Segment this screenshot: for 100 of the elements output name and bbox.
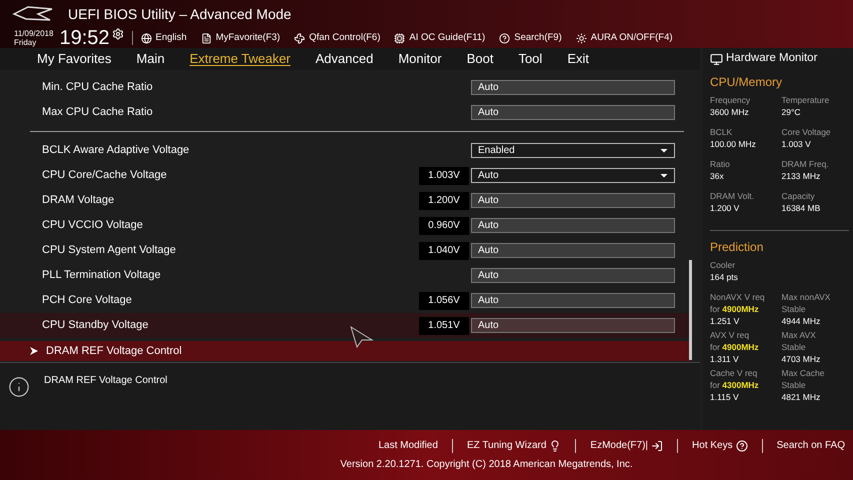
metric-value: 1.200 V	[710, 202, 740, 214]
help-text: DRAM REF Voltage Control	[44, 374, 168, 388]
metric-value: 1.115 V	[710, 391, 740, 403]
metric-label: NonAVX V req	[710, 291, 766, 303]
help-icon	[736, 440, 748, 452]
chip-icon	[394, 32, 406, 44]
metric-value: 164 pts	[710, 271, 739, 283]
day-text: Friday	[14, 38, 38, 47]
setting-label: PLL Termination Voltage	[42, 268, 162, 284]
dropdown[interactable]: Auto	[471, 168, 675, 183]
value-field[interactable]: Auto	[471, 318, 675, 333]
value-field[interactable]: Auto	[471, 293, 675, 308]
metric-label: for 4300MHz	[710, 379, 760, 391]
toolbar-button[interactable]: MyFavorite(F3)	[200, 30, 280, 46]
fan-icon	[294, 32, 306, 44]
footer-link[interactable]: EZ Tuning Wizard	[466, 438, 562, 453]
metric-label: BCLK	[710, 126, 734, 138]
section-title: CPU/Memory	[710, 74, 784, 91]
voltage-reading: 1.003V	[419, 166, 469, 184]
footer-link[interactable]: Hot Keys	[692, 438, 748, 453]
metric-value: 16384 MB	[782, 202, 822, 214]
logo-icon	[12, 6, 54, 22]
submenu-item[interactable]: DRAM REF Voltage Control	[0, 341, 690, 361]
caret-icon	[660, 174, 668, 178]
setting-label: CPU Core/Cache Voltage	[42, 168, 168, 184]
footer-link[interactable]: Search on FAQ	[776, 438, 845, 453]
metric-value: 3600 MHz	[710, 106, 750, 118]
setting-label: Max CPU Cache Ratio	[42, 105, 154, 120]
value-field[interactable]: Auto	[471, 268, 675, 283]
setting-label: PCH Core Voltage	[42, 293, 133, 308]
metric-label: Temperature	[782, 94, 830, 106]
toolbar-button[interactable]: Qfan Control(F6)	[294, 30, 380, 46]
menu-tab[interactable]: Monitor	[398, 49, 442, 69]
metric-label: for 4900MHz	[710, 341, 760, 353]
metric-value: 4821 MHz	[782, 391, 822, 403]
metric-label: Max AVX	[782, 329, 817, 341]
section-title: Prediction	[710, 239, 764, 256]
menu-tab[interactable]: Advanced	[316, 49, 374, 69]
metric-label: for 4900MHz	[710, 303, 760, 315]
metric-label: Core Voltage	[782, 126, 832, 138]
toolbar-button[interactable]: English	[140, 30, 187, 46]
setting-label: Min. CPU Cache Ratio	[42, 80, 154, 96]
metric-label: Frequency	[710, 94, 752, 106]
metric-label: Ratio	[710, 158, 731, 170]
footer-link[interactable]: EzMode(F7)|	[590, 438, 664, 453]
window-title: UEFI BIOS Utility – Advanced Mode	[68, 4, 292, 24]
value-field[interactable]: Auto	[471, 80, 675, 95]
metric-value: 29°C	[782, 106, 802, 118]
settings-icon[interactable]	[112, 28, 124, 40]
setting-label: CPU System Agent Voltage	[42, 243, 177, 258]
value-field[interactable]: Auto	[471, 218, 675, 233]
menu-tab[interactable]: Exit	[567, 49, 589, 69]
version-text: Version 2.20.1271. Copyright (C) 2018 American Megatrends, Inc.	[340, 458, 633, 472]
dropdown[interactable]: Enabled	[471, 143, 675, 158]
voltage-reading: 1.040V	[419, 242, 469, 260]
date-text: 11/09/2018	[14, 29, 54, 38]
document-icon	[200, 32, 212, 44]
menu-tab[interactable]: Boot	[466, 49, 494, 69]
value-field[interactable]: Auto	[471, 193, 675, 208]
voltage-reading: 0.960V	[419, 216, 469, 234]
footer-link[interactable]: Last Modified	[378, 438, 438, 453]
voltage-reading: 1.200V	[419, 192, 469, 210]
metric-value: 4944 MHz	[782, 315, 822, 327]
metric-label: Capacity	[782, 190, 816, 202]
toolbar-button[interactable]: Search(F9)	[499, 30, 562, 46]
toolbar-button[interactable]: AURA ON/OFF(F4)	[576, 30, 673, 46]
metric-value: 2133 MHz	[782, 170, 822, 182]
lightbulb-icon	[549, 440, 562, 452]
menu-tab[interactable]: Extreme Tweaker	[190, 49, 291, 69]
voltage-reading: 1.051V	[419, 316, 469, 334]
setting-label: CPU Standby Voltage	[42, 318, 150, 334]
metric-value: 1.251 V	[710, 315, 740, 327]
metric-label: Stable	[782, 379, 807, 391]
value-field[interactable]: Auto	[471, 243, 675, 258]
globe-icon	[140, 32, 152, 44]
monitor-icon	[710, 52, 723, 66]
menu-tab[interactable]: Main	[136, 49, 165, 69]
metric-label: Max Cache	[782, 367, 826, 379]
metric-label: Max nonAVX	[782, 291, 832, 303]
toolbar-button[interactable]: AI OC Guide(F11)	[394, 30, 486, 46]
setting-label: DRAM REF Voltage Control	[46, 344, 182, 359]
setting-label: CPU VCCIO Voltage	[42, 218, 144, 234]
help-icon	[499, 32, 510, 44]
voltage-reading: 1.056V	[419, 292, 469, 310]
metric-label: Stable	[782, 303, 807, 315]
metric-value: 4703 MHz	[782, 353, 822, 365]
metric-label: Stable	[782, 341, 807, 353]
scrollbar[interactable]	[689, 260, 692, 360]
metric-value: 36x	[710, 170, 725, 182]
value-field[interactable]: Auto	[471, 105, 675, 120]
caret-icon	[660, 148, 668, 152]
metric-label: DRAM Freq.	[782, 158, 830, 170]
menu-tab[interactable]: Tool	[518, 49, 542, 69]
info-icon	[8, 376, 30, 398]
menu-tab[interactable]: My Favorites	[37, 49, 112, 69]
light-icon	[576, 32, 587, 44]
metric-value: 1.311 V	[710, 353, 740, 365]
metric-value: 1.003 V	[782, 138, 812, 150]
setting-label: DRAM Voltage	[42, 193, 116, 208]
metric-label: DRAM Volt.	[710, 190, 755, 202]
